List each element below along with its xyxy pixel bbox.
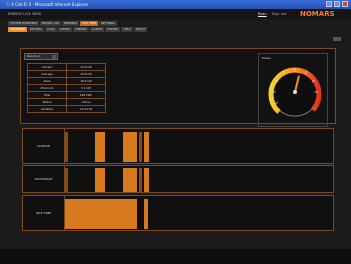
- stat-label: Updated: [27, 105, 67, 113]
- stats-row: Minimum 3.1 kW: [27, 84, 106, 92]
- maximize-icon[interactable]: [334, 1, 340, 7]
- stats-row: Current 12.4 kW: [27, 63, 106, 71]
- title-bar: ⓘ 4 Cell Fl 4 - Microsoft Internet Explo…: [0, 0, 351, 9]
- tab-secondary-7[interactable]: HELP: [121, 27, 133, 32]
- secondary-tabs: OVERVIEW DEVICES LOGS ALERTS TRENDS CONFIG EXP…: [8, 27, 148, 32]
- tab-primary-1[interactable]: DEVICE LIST: [39, 21, 62, 26]
- device-selector-value: Device A: [27, 54, 41, 58]
- tab-secondary-1[interactable]: DEVICES: [27, 27, 45, 32]
- timeline-row-idle: IDLE TIME: [22, 195, 334, 231]
- row-label: IDLE TIME: [23, 196, 65, 230]
- stat-label: Total: [27, 91, 67, 99]
- app-menu-label: ENERGY LIVE VIEW: [8, 12, 42, 16]
- stat-value: 12.4 kW: [66, 63, 106, 71]
- brand-logo: NOMARS: [300, 10, 335, 18]
- logout-link[interactable]: Sign out: [272, 12, 286, 16]
- status-bar: [0, 249, 351, 264]
- close-icon[interactable]: [342, 1, 348, 7]
- stat-value: 10.8 kW: [66, 70, 106, 78]
- tab-secondary-2[interactable]: LOGS: [45, 27, 57, 32]
- tab-secondary-3[interactable]: ALERTS: [57, 27, 73, 32]
- stats-row: Updated 12:04:33: [27, 105, 106, 113]
- stat-label: Peak: [27, 77, 67, 85]
- activity-bar: [144, 132, 149, 162]
- tab-primary-0[interactable]: SYSTEM OVERVIEW: [8, 21, 39, 26]
- timeline-row-discharge: DISCHARGE: [22, 165, 334, 193]
- activity-bar: [95, 132, 105, 162]
- tab-primary-3[interactable]: LIVE VIEW: [79, 21, 99, 26]
- user-link[interactable]: Ryan: [258, 12, 267, 16]
- menu-bar: ENERGY LIVE VIEW Ryan Sign out NOMARS: [0, 9, 351, 19]
- stats-row: Peak 18.2 kW: [27, 77, 106, 85]
- stats-row: Average 10.8 kW: [27, 70, 106, 78]
- activity-bar: [139, 168, 142, 192]
- stat-value: 12:04:33: [66, 105, 106, 113]
- primary-tabs: SYSTEM OVERVIEW DEVICE LIST REPORTS LIVE VI…: [8, 21, 117, 26]
- stat-label: Minimum: [27, 84, 67, 92]
- timeline-row-charge: CHARGE: [22, 128, 334, 164]
- window-title: ⓘ 4 Cell Fl 4 - Microsoft Internet Explo…: [6, 2, 89, 7]
- activity-bar: [139, 132, 142, 162]
- tab-secondary-6[interactable]: EXPORT: [105, 27, 121, 32]
- stat-label: Status: [27, 98, 67, 106]
- stat-value: Online: [66, 98, 106, 106]
- gauge-panel: Power: [258, 53, 328, 127]
- stat-value: 3.1 kW: [66, 84, 106, 92]
- activity-bar: [65, 199, 137, 229]
- activity-bar: [123, 132, 137, 162]
- minimize-icon[interactable]: [326, 1, 332, 7]
- activity-bar: [144, 168, 149, 192]
- tab-primary-2[interactable]: REPORTS: [62, 21, 79, 26]
- activity-bar: [95, 168, 105, 192]
- activity-bar: [123, 168, 137, 192]
- window-controls: [326, 1, 348, 7]
- tab-secondary-4[interactable]: TRENDS: [73, 27, 89, 32]
- gauge-icon: [268, 67, 322, 117]
- stats-row: Total 248 kWh: [27, 91, 106, 99]
- stat-value: 248 kWh: [66, 91, 106, 99]
- tab-secondary-0[interactable]: OVERVIEW: [8, 27, 27, 32]
- app-window: ⓘ 4 Cell Fl 4 - Microsoft Internet Explo…: [0, 0, 351, 264]
- device-selector[interactable]: Device A: [24, 53, 58, 60]
- tab-secondary-8[interactable]: ABOUT: [133, 27, 148, 32]
- row-label: CHARGE: [23, 129, 65, 163]
- tab-primary-4[interactable]: SETTINGS: [99, 21, 117, 26]
- activity-bar: [144, 199, 148, 229]
- tab-secondary-5[interactable]: CONFIG: [89, 27, 105, 32]
- stat-value: 18.2 kW: [66, 77, 106, 85]
- scroll-button[interactable]: [333, 37, 341, 41]
- chevron-down-icon[interactable]: [52, 55, 56, 59]
- stat-label: Average: [27, 70, 67, 78]
- activity-bar: [65, 168, 68, 192]
- stats-row: Status Online: [27, 98, 106, 106]
- stats-table: Current 12.4 kW Average 10.8 kW Peak 18.2 kW M…: [27, 63, 106, 113]
- stat-label: Current: [27, 63, 67, 71]
- row-label: DISCHARGE: [23, 166, 65, 192]
- activity-bar: [65, 132, 68, 162]
